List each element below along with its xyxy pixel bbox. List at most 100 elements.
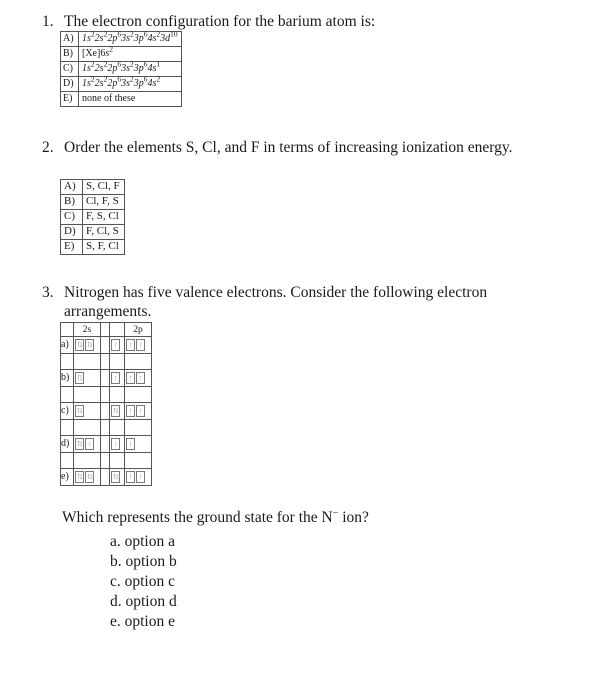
table-row[interactable]: B) Cl, F, S	[60, 194, 125, 210]
table-row[interactable]: E) none of these	[60, 91, 182, 107]
option-value: 1s22s22p63s23p64s23d10	[78, 30, 182, 47]
spacer-cell	[100, 353, 110, 370]
option-label: C)	[60, 209, 83, 225]
spacer-cell	[60, 452, 74, 469]
spacer-cell	[73, 452, 101, 469]
orbital-cell-gap	[100, 468, 110, 486]
orbital-cell-2p-b: ↑ ↑	[124, 369, 152, 387]
list-item[interactable]: d. option d	[110, 592, 177, 612]
orbital-cell-2p-b: ↑	[124, 435, 152, 453]
orbital-box: ⇅	[75, 405, 84, 417]
header-gap-cell	[100, 322, 110, 337]
orbital-cell-gap	[100, 369, 110, 387]
question-3-answer-list: a. option a b. option b c. option c d. o…	[110, 532, 177, 632]
orbital-cell-2s: ⇅ ⇅	[73, 468, 101, 486]
orbital-cell-gap	[100, 402, 110, 420]
orbital-box: ↑	[85, 438, 94, 450]
question-3-number: 3.	[42, 284, 54, 301]
option-value: F, Cl, S	[82, 224, 125, 240]
orbital-box: ⇅	[85, 339, 94, 351]
orbital-box: ⇅	[75, 471, 84, 483]
table-row[interactable]: D) F, Cl, S	[60, 224, 125, 240]
orbital-box: ↑	[126, 438, 135, 450]
orbital-cell-2p-b: ↑ ↑	[124, 402, 152, 420]
option-label: E)	[60, 239, 83, 255]
spacer-cell	[109, 452, 125, 469]
orbital-cell-2s: ⇅	[73, 369, 101, 387]
header-2p: 2p	[124, 322, 152, 337]
option-value: 1s22s22p63s23p64s2	[78, 75, 182, 92]
orbital-cell-gap	[100, 435, 110, 453]
question-2: 2. Order the elements S, Cl, and F in te…	[42, 138, 522, 157]
orbital-box: ⇅	[75, 372, 84, 384]
option-label: B)	[60, 46, 79, 62]
orbital-box: ⇅	[111, 405, 120, 417]
spacer-cell	[124, 452, 152, 469]
orbital-cell-2s: ⇅ ↑	[73, 435, 101, 453]
option-label: D)	[60, 76, 79, 92]
orbital-cell-gap	[100, 336, 110, 354]
header-2p-left	[109, 322, 125, 337]
question-1-options-table: A) 1s22s22p63s23p64s23d10 B) [Xe]6s2 C) …	[60, 30, 182, 107]
orbital-cell-2p-b: ↑ ↑	[124, 336, 152, 354]
table-row[interactable]: A) 1s22s22p63s23p64s23d10	[60, 30, 182, 47]
option-label: B)	[60, 194, 83, 210]
question-3-text: Nitrogen has five valence electrons. Con…	[64, 284, 488, 320]
spacer-cell	[60, 386, 74, 403]
spacer-cell	[73, 353, 101, 370]
list-item[interactable]: b. option b	[110, 552, 177, 572]
spacer-cell	[109, 419, 125, 436]
orbital-spacer-row	[60, 386, 152, 403]
orbital-row-b[interactable]: b) ⇅ ↑ ↑ ↑	[60, 369, 152, 387]
orbital-box: ↑	[111, 438, 120, 450]
orbital-spacer-row	[60, 419, 152, 436]
orbital-box: ⇅	[85, 471, 94, 483]
orbital-cell-2p-b: ↑ ↑	[124, 468, 152, 486]
question-2-text: Order the elements S, Cl, and F in terms…	[64, 139, 513, 156]
spacer-cell	[60, 353, 74, 370]
question-2-options-table: A) S, Cl, F B) Cl, F, S C) F, S, Cl D) F…	[60, 179, 125, 255]
spacer-cell	[100, 452, 110, 469]
orbital-row-label: e)	[60, 468, 74, 486]
orbital-header-row: 2s 2p	[60, 322, 152, 337]
table-row[interactable]: A) S, Cl, F	[60, 179, 125, 195]
question-1: 1. The electron configuration for the ba…	[42, 12, 542, 31]
orbital-row-e[interactable]: e) ⇅ ⇅ ⇅ ↑ ↑	[60, 468, 152, 486]
orbital-box: ⇅	[75, 438, 84, 450]
orbital-spacer-row	[60, 353, 152, 370]
orbital-box: ↑	[111, 339, 120, 351]
option-label: A)	[60, 179, 83, 195]
question-1-number: 1.	[42, 13, 54, 30]
header-2s: 2s	[73, 322, 101, 337]
spacer-cell	[60, 419, 74, 436]
question-3: 3. Nitrogen has five valence electrons. …	[42, 283, 522, 321]
orbital-box: ↑	[136, 471, 145, 483]
orbital-spacer-row	[60, 452, 152, 469]
orbital-box: ↑	[111, 372, 120, 384]
orbital-cell-2p-a: ⇅	[109, 468, 125, 486]
orbital-box: ↑	[126, 339, 135, 351]
orbital-box: ↑	[126, 405, 135, 417]
question-1-text: The electron configuration for the bariu…	[64, 13, 376, 30]
table-row[interactable]: C) F, S, Cl	[60, 209, 125, 225]
option-value: S, F, Cl	[82, 239, 125, 255]
orbital-row-a[interactable]: a) ⇅ ⇅ ↑ ↑ ↑	[60, 336, 152, 354]
list-item[interactable]: c. option c	[110, 572, 177, 592]
table-row[interactable]: D) 1s22s22p63s23p64s2	[60, 75, 182, 92]
orbital-row-label: b)	[60, 369, 74, 387]
orbital-row-label: d)	[60, 435, 74, 453]
spacer-cell	[124, 386, 152, 403]
orbital-cell-2p-a: ↑	[109, 336, 125, 354]
table-row[interactable]: E) S, F, Cl	[60, 239, 125, 255]
orbital-cell-2p-a: ⇅	[109, 402, 125, 420]
orbital-cell-2p-a: ↑	[109, 435, 125, 453]
list-item[interactable]: a. option a	[110, 532, 177, 552]
question-2-number: 2.	[42, 139, 54, 156]
orbital-row-d[interactable]: d) ⇅ ↑ ↑ ↑	[60, 435, 152, 453]
list-item[interactable]: e. option e	[110, 612, 177, 632]
orbital-cell-2p-a: ↑	[109, 369, 125, 387]
orbital-row-c[interactable]: c) ⇅ ⇅ ↑ ↑	[60, 402, 152, 420]
question-3-followup: Which represents the ground state for th…	[62, 507, 369, 526]
spacer-cell	[73, 386, 101, 403]
option-label: D)	[60, 224, 83, 240]
